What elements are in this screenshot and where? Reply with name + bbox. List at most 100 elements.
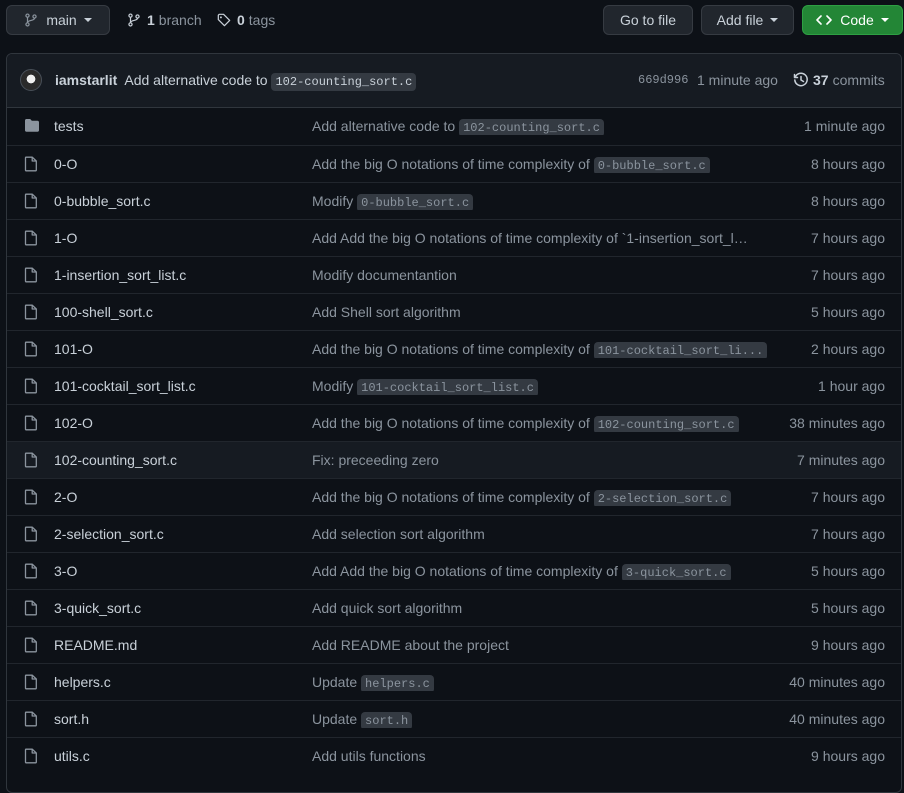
add-file-button[interactable]: Add file (701, 5, 794, 35)
file-name-link[interactable]: 3-O (54, 563, 77, 579)
file-row[interactable]: 2-O Add the big O notations of time compl… (7, 478, 901, 515)
commit-message-text: Modify documentantion (312, 267, 457, 283)
file-row[interactable]: 102-counting_sort.c Fix: preceeding zero 7… (7, 441, 901, 478)
commit-message-code: 101-cocktail_sort_list.c (357, 379, 538, 395)
commit-message-link[interactable]: Add Add the big O notations of time comp… (312, 563, 769, 580)
file-name-link[interactable]: 0-bubble_sort.c (54, 193, 151, 209)
file-row[interactable]: 0-bubble_sort.c Modify 0-bubble_sort.c 8 h… (7, 182, 901, 219)
file-name-link[interactable]: 3-quick_sort.c (54, 600, 141, 616)
folder-icon (24, 118, 40, 135)
file-icon (24, 489, 38, 508)
commit-message-code: sort.h (361, 712, 413, 728)
file-name-link[interactable]: 101-cocktail_sort_list.c (54, 378, 196, 394)
commit-time: 9 hours ago (811, 637, 885, 653)
file-row[interactable]: README.md Add README about the project 9 h… (7, 626, 901, 663)
file-row[interactable]: 2-selection_sort.c Add selection sort alg… (7, 515, 901, 552)
file-name-link[interactable]: 0-O (54, 156, 77, 172)
commit-message-link[interactable]: Add quick sort algorithm (312, 600, 769, 616)
latest-commit-bar: iamstarlit Add alternative code to 102-c… (7, 54, 901, 108)
file-icon (24, 378, 38, 397)
branches-count: 1 (147, 12, 155, 28)
commit-author[interactable]: iamstarlit (55, 72, 117, 88)
commit-message-link[interactable]: Add the big O notations of time complexi… (312, 415, 769, 432)
file-name-link[interactable]: 1-O (54, 230, 77, 246)
file-name-link[interactable]: tests (54, 118, 84, 134)
file-name-link[interactable]: 101-O (54, 341, 93, 357)
file-row[interactable]: 1-insertion_sort_list.c Modify documentan… (7, 256, 901, 293)
file-name-link[interactable]: 2-O (54, 489, 77, 505)
commit-time: 9 hours ago (811, 748, 885, 764)
file-icon (24, 600, 38, 619)
file-name-link[interactable]: 102-O (54, 415, 93, 431)
commit-message-link[interactable]: Modify 101-cocktail_sort_list.c (312, 378, 769, 395)
file-icon (24, 341, 38, 360)
file-name-link[interactable]: 100-shell_sort.c (54, 304, 153, 320)
commit-message-link[interactable]: Add README about the project (312, 637, 769, 653)
commit-message-link[interactable]: Add alternative code to 102-counting_sor… (312, 118, 769, 135)
file-row[interactable]: utils.c Add utils functions 9 hours ago (7, 737, 901, 774)
file-row[interactable]: 101-cocktail_sort_list.c Modify 101-cockt… (7, 367, 901, 404)
file-icon (24, 230, 38, 249)
file-row[interactable]: 3-O Add Add the big O notations of time c… (7, 552, 901, 589)
commit-time: 38 minutes ago (789, 415, 885, 431)
tags-link[interactable]: 0 tags (217, 12, 275, 28)
file-name-link[interactable]: helpers.c (54, 674, 111, 690)
commit-message-code: 0-bubble_sort.c (593, 157, 710, 173)
file-row[interactable]: helpers.c Update helpers.c 40 minutes ago (7, 663, 901, 700)
history-icon (793, 72, 808, 87)
commit-time: 8 hours ago (811, 156, 885, 172)
code-button[interactable]: Code (802, 5, 903, 35)
commit-message-link[interactable]: Update helpers.c (312, 674, 769, 691)
file-name-link[interactable]: utils.c (54, 748, 90, 764)
file-name-link[interactable]: 2-selection_sort.c (54, 526, 164, 542)
file-row[interactable]: 101-O Add the big O notations of time com… (7, 330, 901, 367)
file-row[interactable]: 1-O Add Add the big O notations of time c… (7, 219, 901, 256)
commit-message-text: Add quick sort algorithm (312, 600, 463, 616)
commits-link[interactable]: 37 commits (793, 72, 885, 88)
latest-commit-message: iamstarlit Add alternative code to 102-c… (55, 72, 417, 91)
commit-message-code: 102-counting_sort.c (459, 119, 604, 135)
commit-message-link[interactable]: Add the big O notations of time complexi… (312, 341, 769, 358)
file-icon (24, 156, 38, 175)
file-icon (24, 711, 38, 730)
commit-message-link[interactable]: Add selection sort algorithm (312, 526, 769, 542)
commit-message-link[interactable]: Modify 0-bubble_sort.c (312, 193, 769, 210)
commit-sha[interactable]: 669d996 (638, 73, 688, 87)
file-name-link[interactable]: 102-counting_sort.c (54, 452, 177, 468)
code-label: Code (840, 12, 874, 28)
commit-message-link[interactable]: Modify documentantion (312, 267, 769, 283)
commit-message-link[interactable]: Add the big O notations of time complexi… (312, 489, 769, 506)
branches-link[interactable]: 1 branch (127, 12, 202, 28)
commit-message-link[interactable]: Update sort.h (312, 711, 769, 728)
file-row[interactable]: tests Add alternative code to 102-countin… (7, 108, 901, 145)
file-row[interactable]: sort.h Update sort.h 40 minutes ago (7, 700, 901, 737)
commit-message-link[interactable]: Add the big O notations of time complexi… (312, 156, 769, 173)
commit-message-code[interactable]: 102-counting_sort.c (271, 73, 417, 91)
file-row[interactable]: 100-shell_sort.c Add Shell sort algorithm… (7, 293, 901, 330)
file-name-link[interactable]: sort.h (54, 711, 89, 727)
commit-message-text[interactable]: Add alternative code to (124, 72, 267, 88)
commit-message-link[interactable]: Add Add the big O notations of time comp… (312, 230, 769, 246)
avatar[interactable] (20, 69, 42, 91)
go-to-file-button[interactable]: Go to file (603, 5, 693, 35)
commit-time: 7 hours ago (811, 526, 885, 542)
commit-time: 40 minutes ago (789, 711, 885, 727)
commit-message-link[interactable]: Add Shell sort algorithm (312, 304, 769, 320)
file-icon (24, 415, 38, 434)
commit-message-code: 0-bubble_sort.c (357, 194, 474, 210)
git-branch-icon (25, 13, 37, 27)
commit-message-link[interactable]: Fix: preceeding zero (312, 452, 769, 468)
file-name-link[interactable]: 1-insertion_sort_list.c (54, 267, 186, 283)
commit-message-text: Add the big O notations of time complexi… (312, 415, 590, 431)
file-row[interactable]: 3-quick_sort.c Add quick sort algorithm 5 … (7, 589, 901, 626)
commit-message-code: 101-cocktail_sort_li... (593, 342, 768, 358)
chevron-down-icon (770, 18, 779, 22)
branches-label: branch (158, 12, 202, 28)
commit-message-text: Add Add the big O notations of time comp… (312, 230, 748, 246)
commit-time: 8 hours ago (811, 193, 885, 209)
file-name-link[interactable]: README.md (54, 637, 137, 653)
file-row[interactable]: 0-O Add the big O notations of time compl… (7, 145, 901, 182)
commit-message-link[interactable]: Add utils functions (312, 748, 769, 764)
file-row[interactable]: 102-O Add the big O notations of time com… (7, 404, 901, 441)
branch-select-button[interactable]: main (6, 5, 110, 35)
